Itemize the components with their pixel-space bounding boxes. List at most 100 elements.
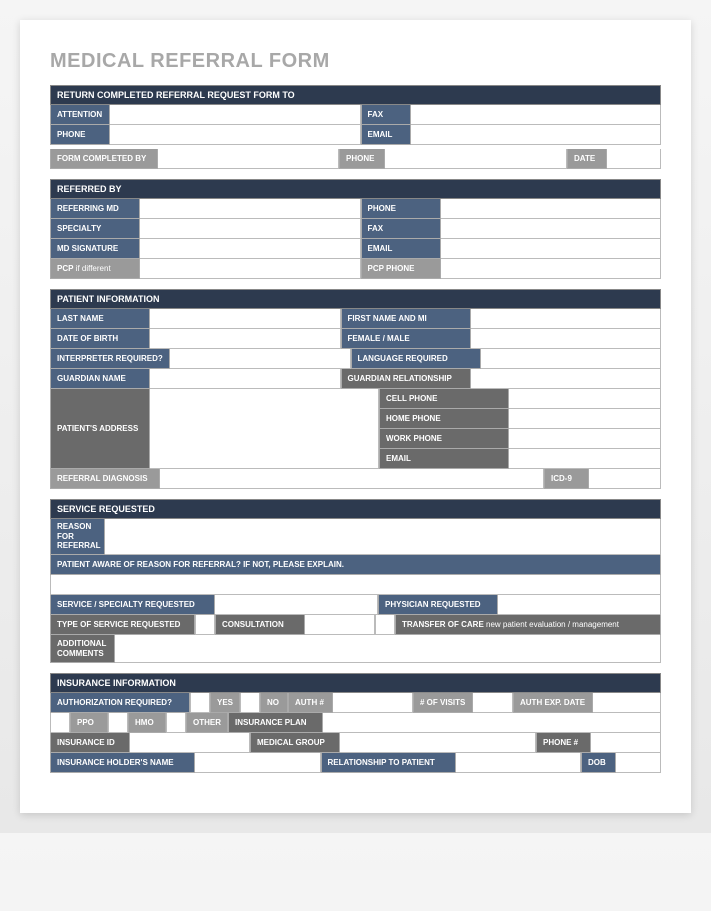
auth-num-input[interactable] <box>333 693 413 713</box>
physician-input[interactable] <box>498 595 661 615</box>
specialty-input[interactable] <box>140 219 361 239</box>
fax-label: FAX <box>361 105 411 125</box>
last-name-input[interactable] <box>150 309 341 329</box>
holder-label: INSURANCE HOLDER'S NAME <box>50 753 195 773</box>
date-input[interactable] <box>607 149 661 169</box>
diagnosis-label: REFERRAL DIAGNOSIS <box>50 469 160 489</box>
additional-input[interactable] <box>115 635 661 663</box>
first-name-input[interactable] <box>471 309 662 329</box>
section-patient-info: PATIENT INFORMATION LAST NAME FIRST NAME… <box>50 289 661 489</box>
email-input[interactable] <box>441 239 662 259</box>
work-phone-label: WORK PHONE <box>379 429 509 449</box>
holder-input[interactable] <box>195 753 321 773</box>
fax-input[interactable] <box>441 219 662 239</box>
pcp-label: PCP if different <box>50 259 140 279</box>
yes-checkbox[interactable] <box>190 693 210 713</box>
first-name-label: FIRST NAME AND MI <box>341 309 471 329</box>
service-type-label: TYPE OF SERVICE REQUESTED <box>50 615 195 635</box>
relationship-input[interactable] <box>456 753 582 773</box>
md-signature-input[interactable] <box>140 239 361 259</box>
physician-label: PHYSICIAN REQUESTED <box>378 595 498 615</box>
home-phone-label: HOME PHONE <box>379 409 509 429</box>
form-title: MEDICAL REFERRAL FORM <box>50 50 661 73</box>
hmo-label: HMO <box>128 713 166 733</box>
ins-id-input[interactable] <box>130 733 250 753</box>
phone-label: PHONE <box>50 125 110 145</box>
sex-input[interactable] <box>471 329 662 349</box>
consultation-label: CONSULTATION <box>215 615 305 635</box>
patient-email-label: EMAIL <box>379 449 509 469</box>
section-service-requested: SERVICE REQUESTED REASON FOR REFERRAL PA… <box>50 499 661 663</box>
ins-phone-label: PHONE # <box>536 733 591 753</box>
section-insurance: INSURANCE INFORMATION AUTHORIZATION REQU… <box>50 673 661 773</box>
address-input[interactable] <box>150 389 379 469</box>
work-phone-input[interactable] <box>509 429 661 449</box>
ins-dob-input[interactable] <box>616 753 661 773</box>
guardian-name-label: GUARDIAN NAME <box>50 369 150 389</box>
completed-by-input[interactable] <box>158 149 339 169</box>
other-label: OTHER <box>186 713 228 733</box>
guardian-rel-label: GUARDIAN RELATIONSHIP <box>341 369 471 389</box>
phone-input[interactable] <box>110 125 361 145</box>
reason-input[interactable] <box>105 519 661 555</box>
ppo-checkbox[interactable] <box>50 713 70 733</box>
patient-email-input[interactable] <box>509 449 661 469</box>
visits-label: # OF VISITS <box>413 693 473 713</box>
aware-label: PATIENT AWARE OF REASON FOR REFERRAL? IF… <box>50 555 661 575</box>
ins-dob-label: DOB <box>581 753 616 773</box>
yes-label: YES <box>210 693 240 713</box>
other-checkbox[interactable] <box>166 713 186 733</box>
md-signature-label: MD SIGNATURE <box>50 239 140 259</box>
cell-phone-input[interactable] <box>509 389 661 409</box>
consultation-input[interactable] <box>305 615 375 635</box>
language-input[interactable] <box>481 349 662 369</box>
fax-label: FAX <box>361 219 441 239</box>
home-phone-input[interactable] <box>509 409 661 429</box>
attention-input[interactable] <box>110 105 361 125</box>
pcp-phone-label: PCP PHONE <box>361 259 441 279</box>
interpreter-input[interactable] <box>170 349 351 369</box>
section-header: INSURANCE INFORMATION <box>50 673 661 693</box>
diagnosis-input[interactable] <box>160 469 544 489</box>
section-header: SERVICE REQUESTED <box>50 499 661 519</box>
specialty-label: SPECIALTY <box>50 219 140 239</box>
phone-label: PHONE <box>361 199 441 219</box>
phone2-input[interactable] <box>385 149 567 169</box>
no-checkbox[interactable] <box>240 693 260 713</box>
email-label: EMAIL <box>361 125 411 145</box>
pcp-phone-input[interactable] <box>441 259 662 279</box>
fax-input[interactable] <box>411 105 662 125</box>
language-label: LANGUAGE REQUIRED <box>351 349 481 369</box>
address-label: PATIENT'S ADDRESS <box>50 389 150 469</box>
dob-input[interactable] <box>150 329 341 349</box>
phone-input[interactable] <box>441 199 662 219</box>
med-group-input[interactable] <box>340 733 536 753</box>
guardian-rel-input[interactable] <box>471 369 662 389</box>
icd9-label: ICD-9 <box>544 469 589 489</box>
section-header: PATIENT INFORMATION <box>50 289 661 309</box>
email-input[interactable] <box>411 125 662 145</box>
referring-md-input[interactable] <box>140 199 361 219</box>
visits-input[interactable] <box>473 693 513 713</box>
service-specialty-input[interactable] <box>215 595 378 615</box>
auth-num-label: AUTH # <box>288 693 333 713</box>
phone2-label: PHONE <box>339 149 385 169</box>
icd9-input[interactable] <box>589 469 661 489</box>
ins-id-label: INSURANCE ID <box>50 733 130 753</box>
transfer-label: TRANSFER OF CARE new patient evaluation … <box>395 615 661 635</box>
plan-label: INSURANCE PLAN <box>228 713 323 733</box>
consultation-checkbox[interactable] <box>195 615 215 635</box>
aware-input[interactable] <box>50 575 661 595</box>
ins-phone-input[interactable] <box>591 733 661 753</box>
pcp-input[interactable] <box>140 259 361 279</box>
dob-label: DATE OF BIRTH <box>50 329 150 349</box>
auth-exp-input[interactable] <box>593 693 661 713</box>
transfer-checkbox[interactable] <box>375 615 395 635</box>
attention-label: ATTENTION <box>50 105 110 125</box>
sex-label: FEMALE / MALE <box>341 329 471 349</box>
guardian-name-input[interactable] <box>150 369 341 389</box>
email-label: EMAIL <box>361 239 441 259</box>
plan-input[interactable] <box>323 713 661 733</box>
section-header: RETURN COMPLETED REFERRAL REQUEST FORM T… <box>50 85 661 105</box>
hmo-checkbox[interactable] <box>108 713 128 733</box>
